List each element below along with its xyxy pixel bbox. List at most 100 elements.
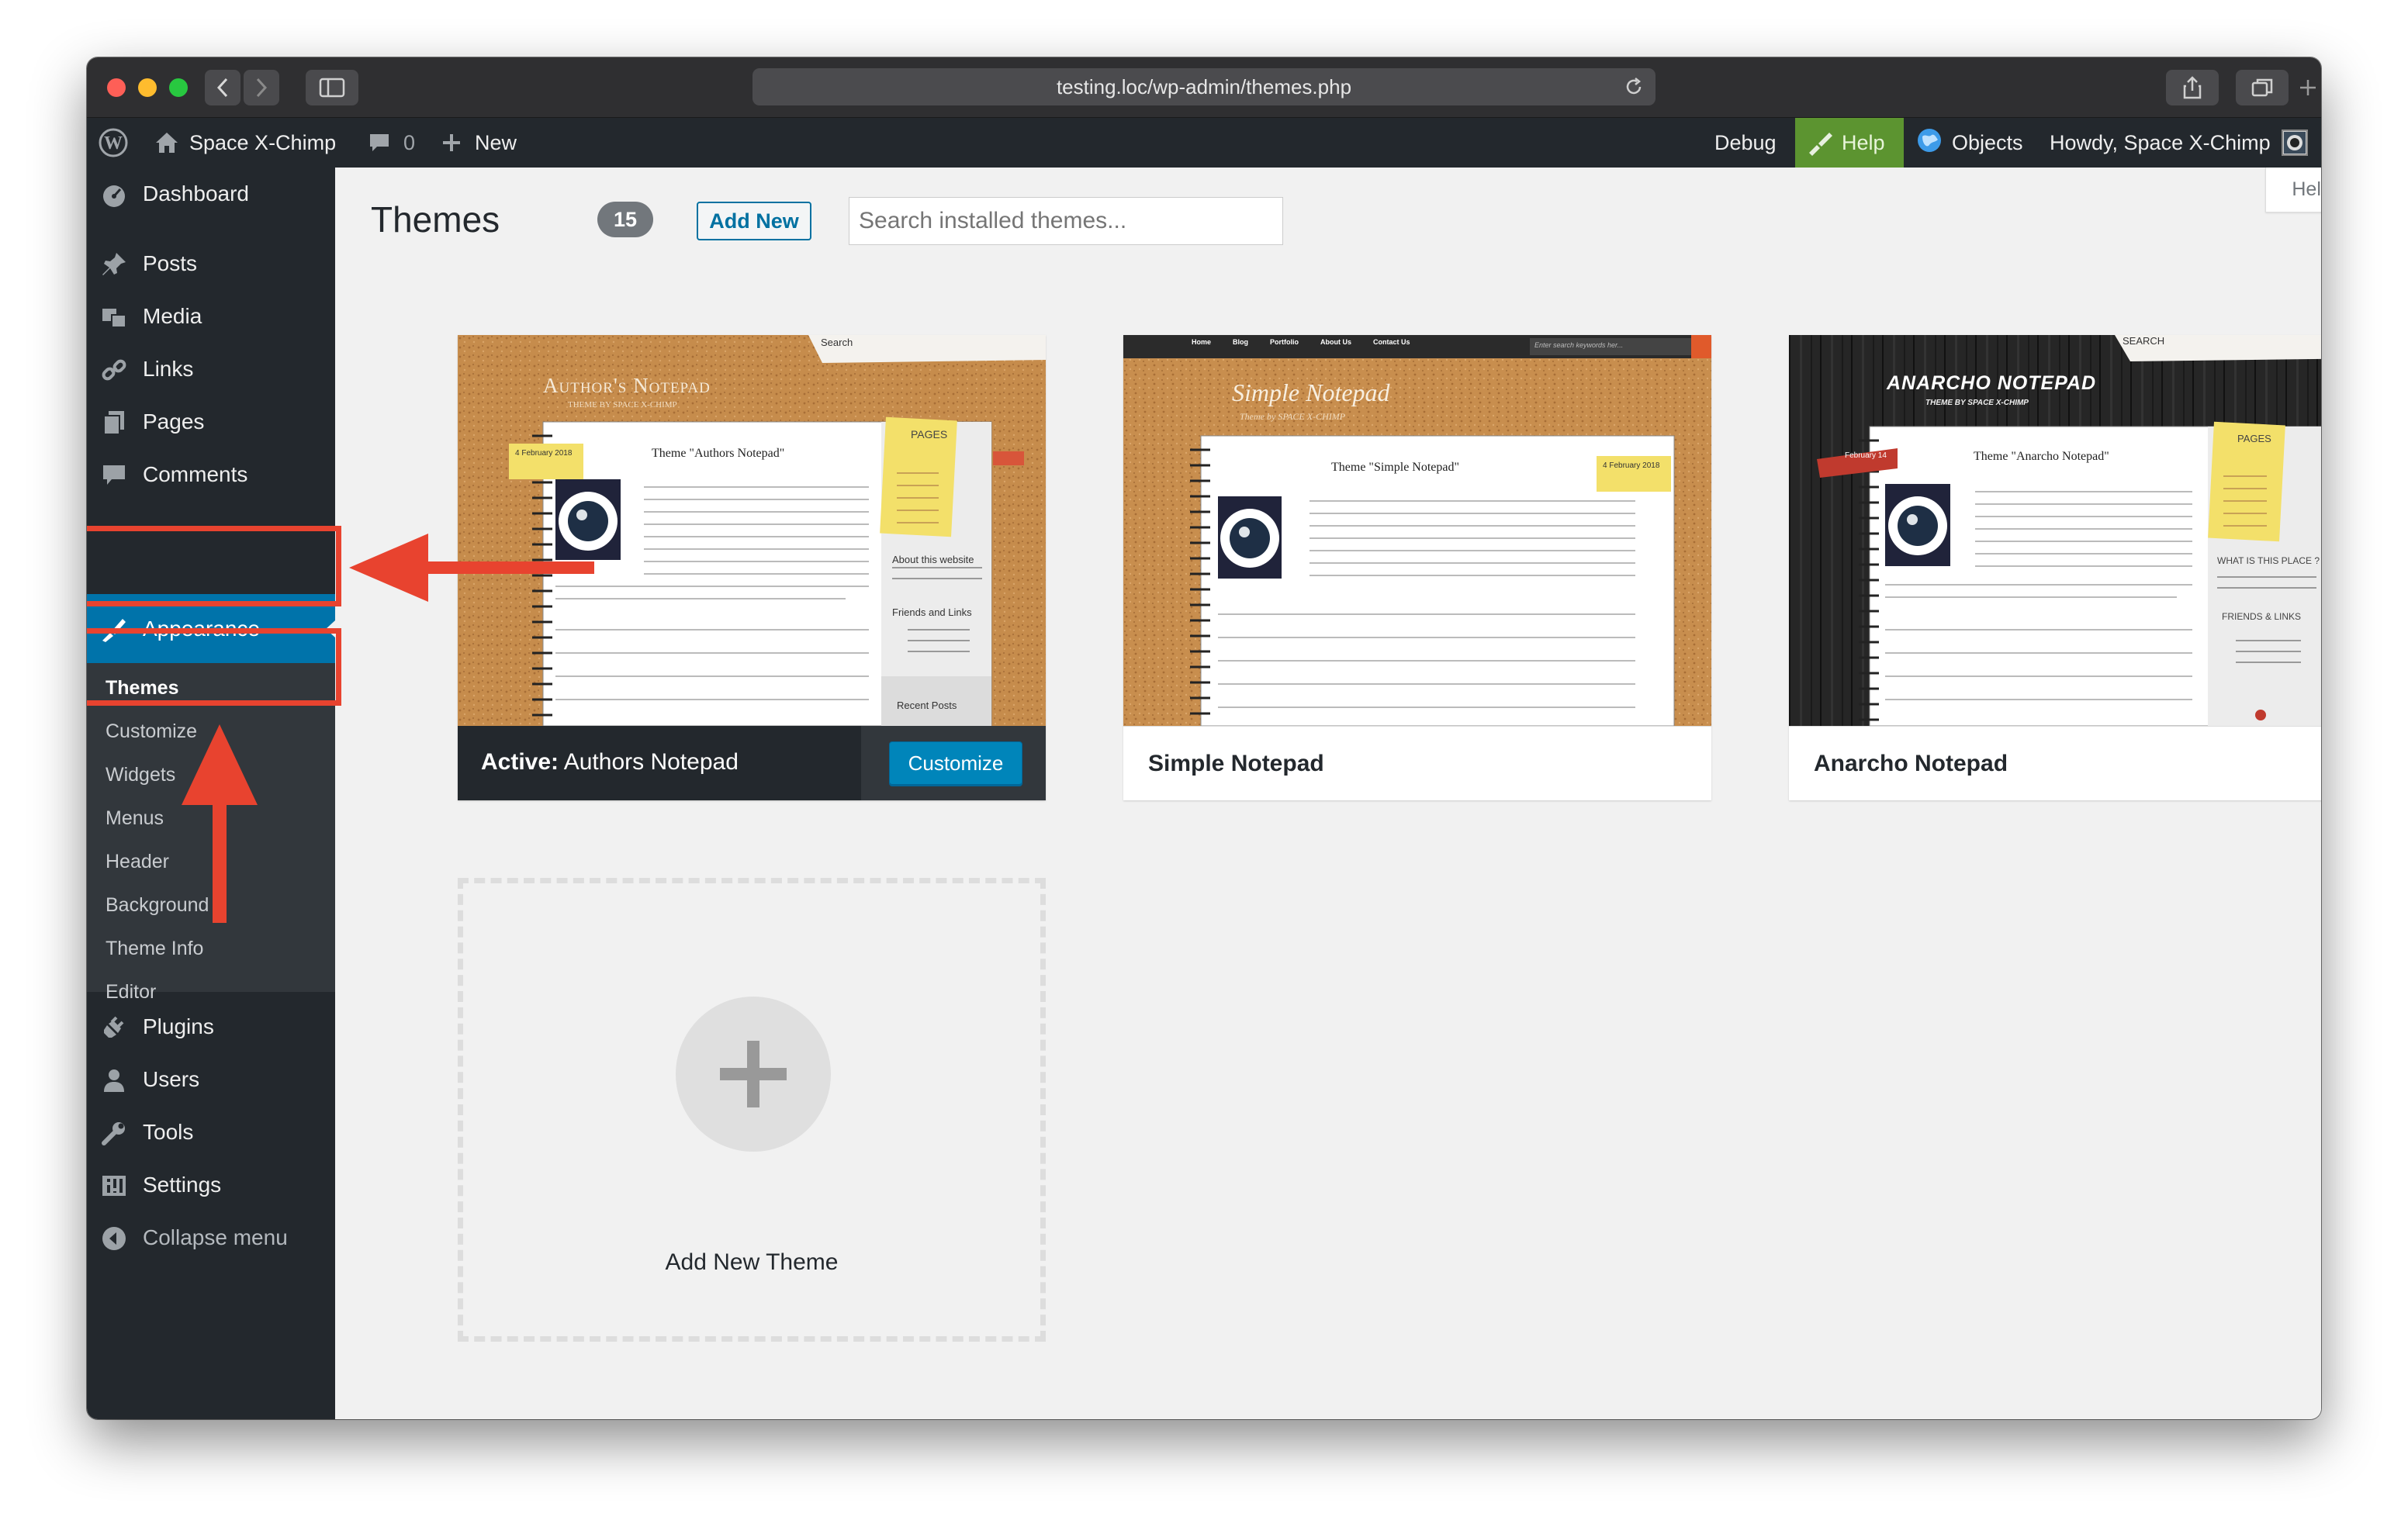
submenu-item-menus[interactable]: Menus	[106, 807, 164, 830]
sidebar-item-posts[interactable]: Posts	[87, 237, 335, 290]
zoom-window-button[interactable]	[169, 78, 188, 97]
add-new-button[interactable]: Add New	[697, 202, 811, 240]
theme-shot-nav-item: About Us	[1320, 338, 1352, 346]
sidebar-toggle-button[interactable]	[306, 70, 358, 105]
plus-icon	[2300, 80, 2316, 95]
help-tab-label: Help	[2292, 178, 2321, 200]
site-name-menu[interactable]: Space X-Chimp	[154, 118, 336, 168]
forward-button[interactable]	[244, 70, 279, 105]
dashboard-icon	[101, 181, 127, 208]
sidebar-item-label: Pages	[143, 409, 205, 434]
sidebar-item-label: Dashboard	[143, 181, 249, 206]
sidebar-item-dashboard[interactable]: Dashboard	[87, 168, 335, 220]
sidebar-item-plugins[interactable]: Plugins	[87, 1000, 335, 1053]
plug-icon	[101, 1014, 127, 1041]
theme-card-simple-notepad[interactable]: Home Blog Portfolio About Us Contact Us …	[1123, 335, 1711, 800]
theme-shot-search: SEARCH	[2123, 335, 2165, 347]
theme-name-footer: Simple Notepad	[1123, 726, 1711, 800]
site-name: Space X-Chimp	[189, 130, 337, 154]
sidebar-item-label: Media	[143, 304, 202, 328]
theme-shot-widget-friends: Friends and Links	[892, 606, 972, 618]
wordpress-logo-menu[interactable]: W	[98, 118, 129, 168]
avatar	[2281, 130, 2308, 156]
theme-preview-image	[1123, 335, 1711, 726]
theme-shot-date: 4 February 2018	[1603, 461, 1660, 470]
theme-shot-nav-item: Contact Us	[1373, 338, 1410, 346]
pages-icon	[101, 409, 127, 436]
help-label: Help	[1842, 130, 1885, 154]
theme-shot-nav: Home Blog Portfolio About Us Contact Us	[1192, 338, 1410, 346]
search-themes-input[interactable]	[849, 197, 1283, 245]
account-menu[interactable]: Howdy, Space X-Chimp	[2050, 118, 2308, 168]
add-new-theme-label: Add New Theme	[665, 1249, 839, 1275]
up-arrow-annotation	[182, 724, 258, 923]
sidebar-item-tools[interactable]: Tools	[87, 1106, 335, 1159]
objects-menu[interactable]: Objects	[1916, 118, 2023, 168]
collapse-icon	[101, 1225, 127, 1252]
submenu-item-widgets[interactable]: Widgets	[106, 764, 175, 786]
plus-icon	[720, 1041, 787, 1107]
sidebar-item-pages[interactable]: Pages	[87, 396, 335, 448]
sidebar-item-label: Comments	[143, 462, 248, 486]
new-tab-button[interactable]	[2298, 78, 2318, 98]
debug-label: Debug	[1714, 130, 1777, 154]
sidebar-item-label: Tools	[143, 1120, 194, 1144]
tabs-overview-button[interactable]	[2236, 70, 2289, 105]
customize-highlight-box	[87, 628, 341, 706]
home-icon	[154, 130, 180, 155]
help-menu[interactable]: Help	[1795, 118, 1904, 168]
comment-bubble-icon	[368, 131, 391, 154]
address-bar[interactable]: testing.loc/wp-admin/themes.php	[752, 68, 1656, 105]
left-arrow-annotation	[349, 534, 594, 602]
theme-shot-widget-about: About this website	[892, 554, 974, 565]
close-window-button[interactable]	[107, 78, 126, 97]
debug-menu[interactable]: Debug	[1714, 118, 1777, 168]
media-icon	[101, 304, 127, 330]
reload-icon[interactable]	[1623, 76, 1645, 103]
share-icon	[2183, 76, 2202, 99]
theme-shot-sidenote: PAGES	[2237, 433, 2271, 444]
sidebar-item-label: Collapse menu	[143, 1225, 288, 1249]
add-theme-circle	[676, 997, 831, 1152]
theme-shot-widget-friends: FRIENDS & LINKS	[2222, 611, 2302, 622]
active-theme-footer: Active: Authors Notepad Customize	[458, 726, 1046, 800]
share-button[interactable]	[2166, 70, 2219, 105]
theme-shot-widget-recent: Recent Posts	[897, 700, 957, 711]
theme-shot-title: Simple Notepad	[1232, 378, 1390, 406]
sidebar-item-settings[interactable]: Settings	[87, 1159, 335, 1211]
sidebar-icon	[319, 78, 345, 98]
theme-name: Simple Notepad	[1148, 750, 1324, 776]
submenu-item-theme-info[interactable]: Theme Info	[106, 938, 203, 960]
add-new-theme-card[interactable]: Add New Theme	[458, 878, 1046, 1342]
sidebar-item-comments[interactable]: Comments	[87, 448, 335, 501]
theme-shot-sidenote: PAGES	[911, 428, 948, 441]
pin-icon	[101, 251, 127, 278]
wrench-icon	[101, 1120, 127, 1146]
tabs-icon	[2251, 78, 2273, 97]
browser-window: testing.loc/wp-admin/themes.php W Space …	[87, 57, 2321, 1419]
theme-name-footer: Anarcho Notepad	[1789, 726, 2321, 800]
theme-card-anarcho-notepad[interactable]: ANARCHO NOTEPAD THEME BY SPACE X-CHIMP S…	[1789, 335, 2321, 800]
user-icon	[101, 1067, 127, 1093]
help-tab-button[interactable]: Help ▼	[2265, 168, 2321, 212]
sidebar-item-users[interactable]: Users	[87, 1053, 335, 1106]
minimize-window-button[interactable]	[138, 78, 157, 97]
back-button[interactable]	[205, 70, 240, 105]
theme-shot-search-field: Enter search keywords her...	[1534, 341, 1624, 349]
submenu-item-header[interactable]: Header	[106, 851, 169, 873]
theme-shot-title: Author's Notepad	[543, 374, 711, 397]
sidebar-item-media[interactable]: Media	[87, 290, 335, 343]
collapse-menu-button[interactable]: Collapse menu	[87, 1211, 335, 1264]
url-text: testing.loc/wp-admin/themes.php	[1056, 74, 1352, 98]
objects-label: Objects	[1952, 130, 2023, 154]
sidebar-item-label: Plugins	[143, 1014, 214, 1038]
monkey-avatar-icon	[2283, 132, 2306, 154]
comments-menu[interactable]: 0	[368, 118, 415, 168]
new-content-menu[interactable]: New	[441, 118, 517, 168]
customize-button[interactable]: Customize	[889, 741, 1022, 785]
theme-count-badge: 15	[597, 202, 653, 237]
wp-admin-bar: W Space X-Chimp 0 New Debug Help Objects…	[87, 118, 2321, 168]
globe-icon	[1916, 127, 1943, 159]
sidebar-item-links[interactable]: Links	[87, 343, 335, 396]
theme-shot-subtitle: THEME BY SPACE X-CHIMP	[1925, 399, 2029, 407]
